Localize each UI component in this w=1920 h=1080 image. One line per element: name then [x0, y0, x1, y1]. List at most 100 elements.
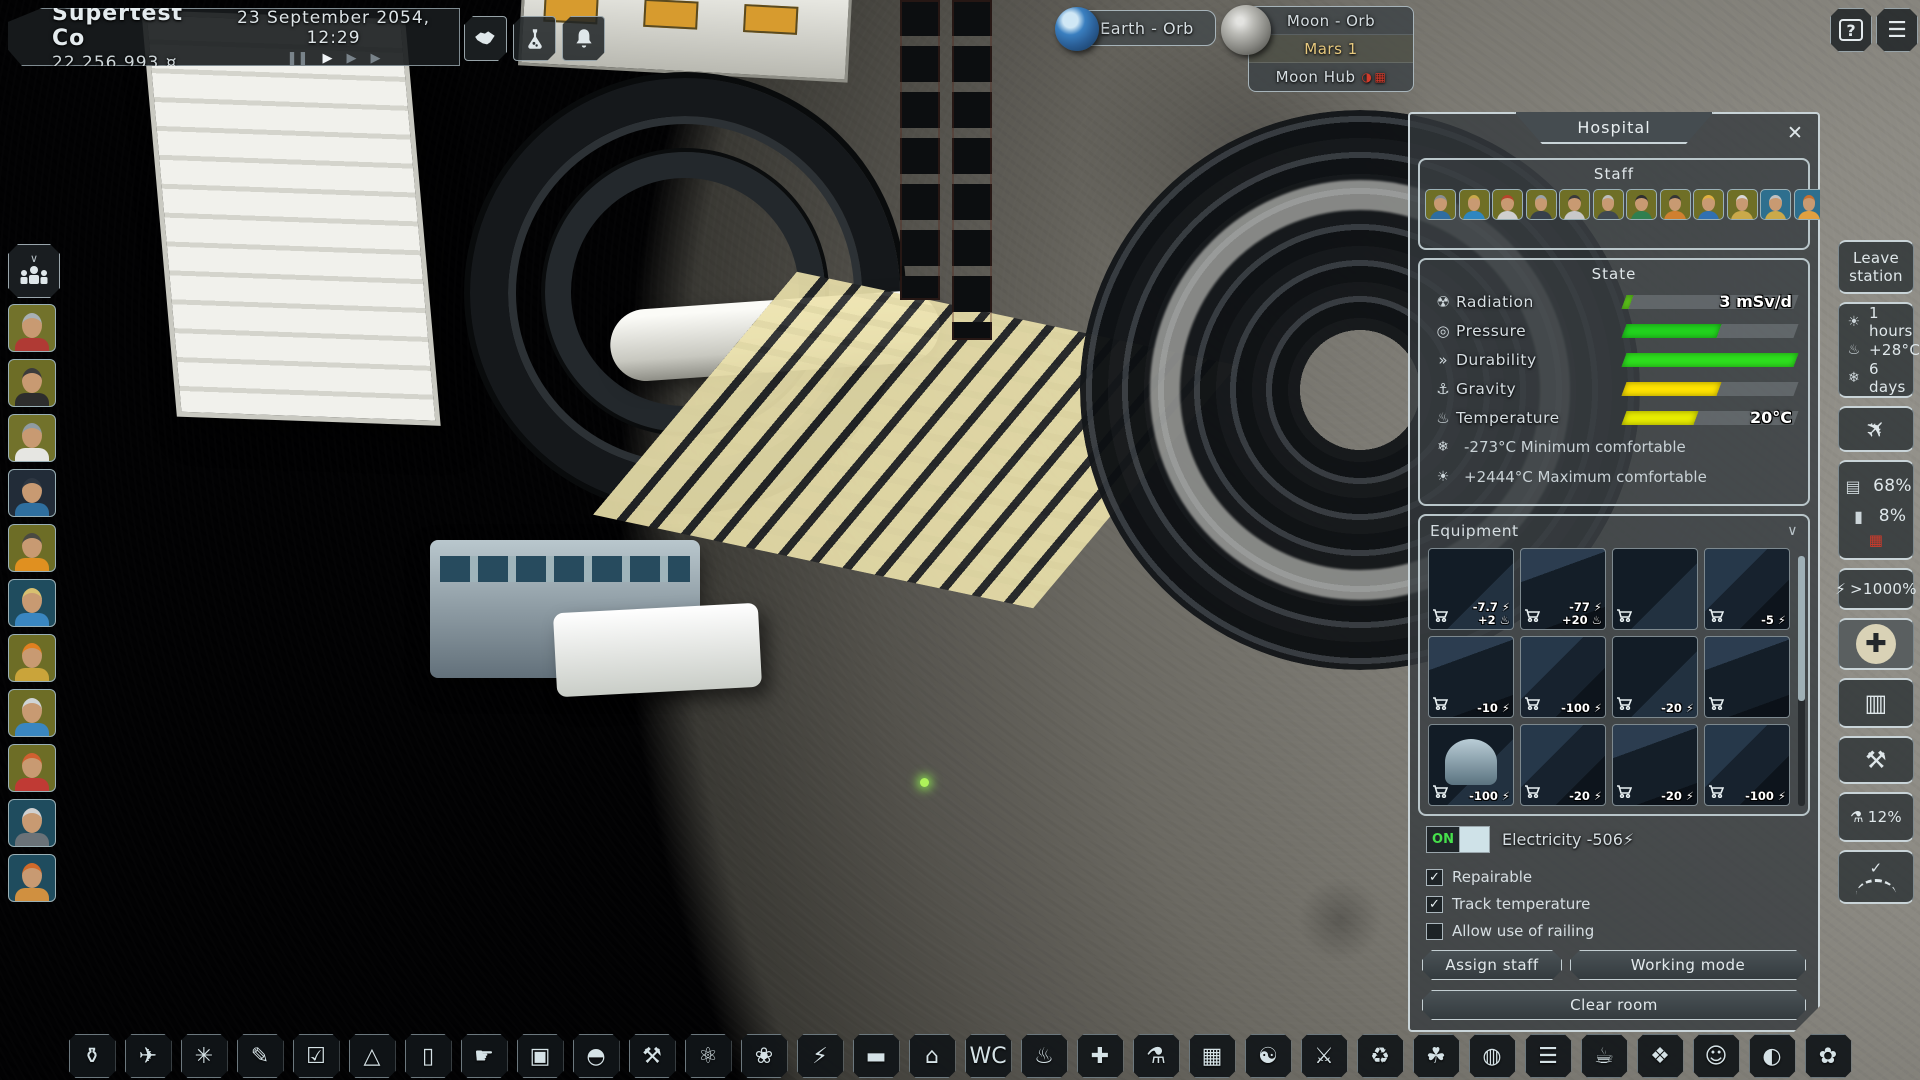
solar-panel-render[interactable]	[141, 10, 440, 426]
equipment-tile[interactable]: -20 ⚡	[1520, 724, 1606, 806]
satellite-icon[interactable]: ✳	[181, 1034, 228, 1078]
crew-portrait[interactable]	[8, 634, 56, 682]
tab-moon-hub[interactable]: Moon Hub ◑ ▦	[1249, 63, 1413, 91]
staff-portrait[interactable]	[1794, 189, 1825, 220]
cart-icon[interactable]	[1616, 607, 1632, 626]
fast-forward-icon[interactable]: ▶	[346, 51, 356, 66]
leaf-icon[interactable]: ☘	[1413, 1034, 1460, 1078]
construction-button[interactable]: ⚒	[1838, 736, 1914, 784]
wellness-icon[interactable]: ☯	[1245, 1034, 1292, 1078]
cart-icon[interactable]	[1616, 783, 1632, 802]
greenhouse-icon[interactable]: ✿	[1805, 1034, 1852, 1078]
tools-icon[interactable]: ⚒	[629, 1034, 676, 1078]
construction-helmet-icon[interactable]: ◓	[573, 1034, 620, 1078]
play-icon[interactable]: ▶	[322, 51, 332, 66]
fastest-forward-icon[interactable]: ▶	[370, 51, 380, 66]
bedroom-icon[interactable]: ⌂	[909, 1034, 956, 1078]
equipment-tile[interactable]: -20 ⚡	[1612, 636, 1698, 718]
research-button[interactable]	[513, 16, 556, 61]
checkbox[interactable]: ✓	[1426, 896, 1443, 913]
cart-icon[interactable]	[1616, 695, 1632, 714]
crew-portrait[interactable]	[8, 304, 56, 352]
equipment-tile[interactable]: -100 ⚡	[1428, 724, 1514, 806]
rocket-icon[interactable]: ✈	[125, 1034, 172, 1078]
cart-icon[interactable]	[1524, 607, 1540, 626]
checkbox-row[interactable]: ✓ Track temperature	[1426, 893, 1594, 915]
cart-icon[interactable]	[1432, 607, 1448, 626]
weather-panel[interactable]: ☀ 1 hours ♨ +28°C ❄ 6 days	[1838, 302, 1914, 398]
staff-portrait[interactable]	[1626, 189, 1657, 220]
couch-icon[interactable]: ▬	[853, 1034, 900, 1078]
staff-portrait[interactable]	[1660, 189, 1691, 220]
tab-mars-1[interactable]: Mars 1	[1249, 35, 1413, 63]
social-icon[interactable]: ☺	[1693, 1034, 1740, 1078]
sauna-icon[interactable]: ♨	[1021, 1034, 1068, 1078]
research-flask-icon[interactable]: ⚗	[1133, 1034, 1180, 1078]
door-icon[interactable]: ▯	[405, 1034, 452, 1078]
signpost-icon[interactable]: ☛	[461, 1034, 508, 1078]
kitchen-icon[interactable]: ⚔	[1301, 1034, 1348, 1078]
clear-room-button[interactable]: Clear room	[1422, 990, 1806, 1020]
crew-portrait[interactable]	[8, 799, 56, 847]
crew-portrait[interactable]	[8, 744, 56, 792]
staff-portrait[interactable]	[1425, 189, 1456, 220]
cart-icon[interactable]	[1708, 607, 1724, 626]
medical-icon[interactable]: ✚	[1077, 1034, 1124, 1078]
equipment-scrollbar[interactable]	[1798, 556, 1805, 806]
equipment-tile[interactable]: -10 ⚡	[1428, 636, 1514, 718]
ships-button[interactable]: ✈	[1838, 406, 1914, 452]
burger-icon[interactable]: ☰	[1525, 1034, 1572, 1078]
crew-portrait[interactable]	[8, 524, 56, 572]
research-progress-button[interactable]: ⚗ 12%	[1838, 792, 1914, 842]
planting-icon[interactable]: ❀	[741, 1034, 788, 1078]
computer-icon[interactable]: ▦	[1189, 1034, 1236, 1078]
crew-portrait[interactable]	[8, 359, 56, 407]
cart-icon[interactable]	[1708, 783, 1724, 802]
landing-check-button[interactable]: ✓	[1838, 850, 1914, 904]
menu-button[interactable]: ☰	[1876, 8, 1918, 52]
storage-container-icon[interactable]: ▣	[517, 1034, 564, 1078]
staff-portrait[interactable]	[1760, 189, 1791, 220]
white-module-render[interactable]	[553, 603, 762, 698]
trade-button[interactable]	[464, 16, 507, 61]
assign-staff-button[interactable]: Assign staff	[1422, 950, 1562, 980]
tab-earth-orbit[interactable]: Earth - Orb	[1078, 10, 1216, 46]
crew-portrait[interactable]	[8, 414, 56, 462]
electricity-toggle[interactable]: ON	[1426, 826, 1490, 853]
equipment-tile[interactable]: -100 ⚡	[1520, 636, 1606, 718]
art-icon[interactable]: ❖	[1637, 1034, 1684, 1078]
recycling-icon[interactable]: ♻	[1357, 1034, 1404, 1078]
leave-station-button[interactable]: Leave station	[1838, 240, 1914, 294]
close-icon[interactable]: ✕	[1782, 120, 1808, 146]
staff-portrait[interactable]	[1593, 189, 1624, 220]
hospital-tool-button[interactable]: ✚	[1838, 618, 1914, 670]
checkbox-row[interactable]: ✓ Repairable	[1426, 866, 1594, 888]
equipment-tile[interactable]: -77 ⚡ +20 ♨	[1520, 548, 1606, 630]
crew-portrait[interactable]	[8, 579, 56, 627]
storage-panel[interactable]: ▤ 68% ▮ 8% ▦	[1838, 460, 1914, 560]
trash-icon[interactable]: ⚱	[69, 1034, 116, 1078]
equipment-tile[interactable]	[1612, 548, 1698, 630]
railing-icon[interactable]: △	[349, 1034, 396, 1078]
crew-portrait[interactable]	[8, 689, 56, 737]
equipment-header[interactable]: Equipment ∨	[1420, 516, 1808, 542]
checkbox-row[interactable]: Allow use of railing	[1426, 920, 1594, 942]
high-voltage-icon[interactable]: ⚡	[797, 1034, 844, 1078]
buildings-button[interactable]: ▥	[1838, 678, 1914, 728]
power-panel[interactable]: ⚡ >1000%	[1838, 568, 1914, 610]
staff-portrait[interactable]	[1559, 189, 1590, 220]
dome-icon[interactable]: ◍	[1469, 1034, 1516, 1078]
shield-check-icon[interactable]: ☑	[293, 1034, 340, 1078]
equipment-tile[interactable]: -20 ⚡	[1612, 724, 1698, 806]
equipment-tile[interactable]: -7.7 ⚡ +2 ♨	[1428, 548, 1514, 630]
drill-icon[interactable]: ✎	[237, 1034, 284, 1078]
crew-portrait[interactable]	[8, 854, 56, 902]
staff-portrait[interactable]	[1526, 189, 1557, 220]
cart-icon[interactable]	[1432, 783, 1448, 802]
notifications-button[interactable]	[562, 16, 605, 61]
cart-icon[interactable]	[1524, 783, 1540, 802]
toilet-icon[interactable]: WC	[965, 1034, 1012, 1078]
working-mode-button[interactable]: Working mode	[1570, 950, 1806, 980]
help-button[interactable]: ?	[1830, 8, 1872, 52]
equipment-tile[interactable]: -100 ⚡	[1704, 724, 1790, 806]
